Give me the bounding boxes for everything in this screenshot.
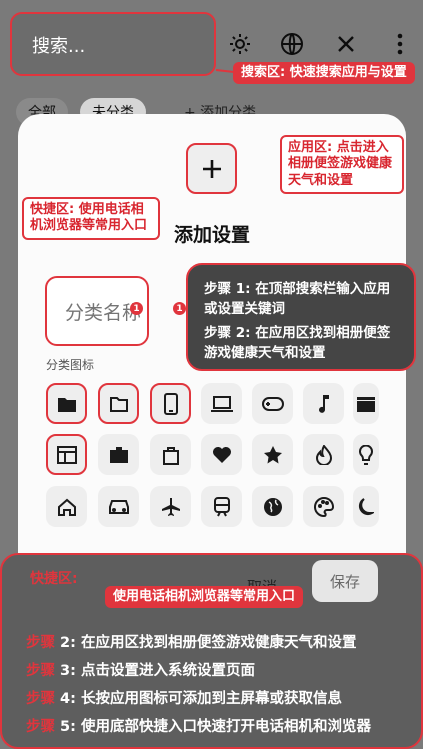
laptop-icon[interactable] [201,383,242,424]
app-area-annotation: 应用区: 点击进入相册便签游戏健康天气和设置 [280,135,404,194]
save-button[interactable]: 保存 [312,560,378,602]
quick-area-bottom-annotation: 使用电话相机浏览器等常用入口 [105,586,304,609]
heart-icon[interactable] [201,434,242,475]
quick-area-annotation: 快捷区: 使用电话相机浏览器等常用入口 [22,197,160,240]
folder-outline-icon[interactable] [98,383,139,424]
icon-section-label: 分类图标 [46,358,95,372]
clapperboard-icon[interactable] [353,383,379,424]
category-name-placeholder: 分类名称 [65,302,142,324]
quick-area-label: 快捷区: [30,571,78,587]
layout-icon[interactable] [46,434,87,475]
palette-icon[interactable] [303,486,344,527]
step-2-text: 步骤 2: 在应用区找到相册便签游戏健康天气和设置 [204,325,391,361]
music-note-icon[interactable] [303,383,344,424]
step-4-line: 步骤 4: 长按应用图标可添加到主屏幕或获取信息 [26,691,342,707]
star-icon[interactable] [252,434,293,475]
gamepad-icon[interactable] [252,383,293,424]
steps-overlay: 步骤 1: 在顶部搜索栏输入应用或设置关键词 步骤 2: 在应用区找到相册便签游… [186,263,416,371]
step-5-line: 步骤 5: 使用底部快捷入口快速打开电话相机和浏览器 [26,719,371,735]
airplane-icon[interactable] [150,486,191,527]
home-icon[interactable] [46,486,87,527]
fire-icon[interactable] [303,434,344,475]
step-3-line: 步骤 3: 点击设置进入系统设置页面 [26,663,255,679]
car-icon[interactable] [98,486,139,527]
lightbulb-icon[interactable] [353,434,379,475]
globe-icon[interactable] [252,486,293,527]
phone-icon[interactable] [150,383,191,424]
moon-icon[interactable] [353,486,379,527]
step-marker: 1 [173,302,186,315]
briefcase-icon[interactable] [98,434,139,475]
dialog-title: 添加设置 [174,224,251,246]
folder-icon[interactable] [46,383,87,424]
step-marker: 1 [130,302,143,315]
search-area-annotation: 搜索区: 快速搜索应用与设置 [233,62,415,85]
train-icon[interactable] [201,486,242,527]
shopping-bag-icon[interactable] [150,434,191,475]
step-2-line: 步骤 2: 在应用区找到相册便签游戏健康天气和设置 [26,635,357,651]
add-button[interactable] [186,143,237,194]
step-1-text: 步骤 1: 在顶部搜索栏输入应用或设置关键词 [204,281,391,317]
